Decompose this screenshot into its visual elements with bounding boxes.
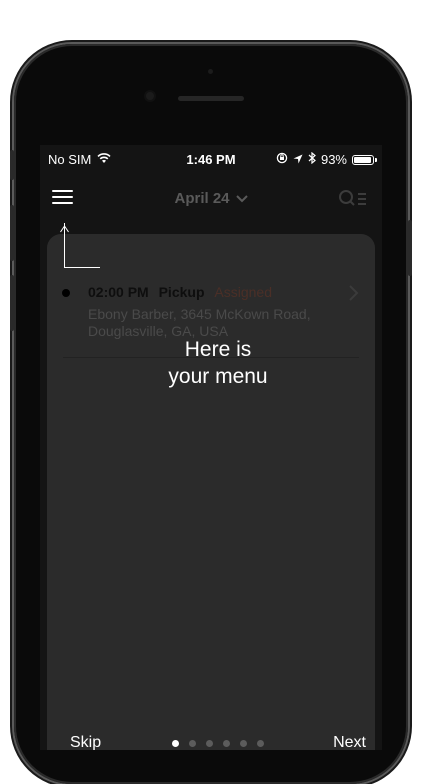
- pointer-line-horizontal: [64, 267, 100, 268]
- coach-line-1: Here is: [184, 338, 252, 361]
- page-dot: [172, 740, 179, 747]
- location-arrow-icon: [293, 152, 303, 167]
- front-camera: [146, 92, 154, 100]
- battery-percent: 93%: [320, 152, 347, 167]
- app-screen: No SIM 1:46 PM 93% April 24 02:00 PM Pic…: [40, 145, 382, 750]
- date-picker[interactable]: April 24: [40, 190, 382, 207]
- job-status: Assigned: [214, 284, 272, 300]
- page-indicator: [172, 740, 264, 747]
- status-dot: [62, 289, 70, 297]
- job-type: Pickup: [158, 284, 205, 300]
- battery-icon: [352, 154, 377, 165]
- chevron-right-icon: [349, 285, 359, 306]
- job-time: 02:00 PM: [88, 284, 149, 300]
- page-dot: [223, 740, 230, 747]
- rotation-lock-icon: [276, 152, 288, 167]
- date-label: April 24: [174, 190, 230, 207]
- proximity-sensor: [208, 69, 213, 74]
- page-dot: [240, 740, 247, 747]
- page-dot: [189, 740, 196, 747]
- top-nav-bar: April 24: [40, 175, 382, 219]
- onboarding-overlay-card: 02:00 PM Pickup Assigned Ebony Barber, 3…: [47, 234, 375, 750]
- job-summary: 02:00 PM Pickup Assigned: [88, 284, 272, 300]
- page-dot: [257, 740, 264, 747]
- skip-button[interactable]: Skip: [70, 734, 101, 750]
- arrow-up-icon: [60, 221, 69, 233]
- battery-fill: [354, 156, 371, 163]
- coach-line-2: your menu: [168, 365, 268, 388]
- mute-switch: [10, 150, 14, 180]
- next-button[interactable]: Next: [333, 734, 366, 750]
- job-address: Ebony Barber, 3645 McKown Road, Douglasv…: [88, 306, 311, 339]
- volume-down-button: [10, 275, 14, 331]
- onboarding-footer: Skip Next: [47, 734, 382, 750]
- power-button: [408, 220, 412, 276]
- chevron-down-icon: [235, 192, 248, 206]
- earpiece-speaker: [178, 96, 244, 101]
- bluetooth-icon: [308, 151, 316, 167]
- search-list-icon[interactable]: [338, 189, 368, 209]
- page-dot: [206, 740, 213, 747]
- volume-up-button: [10, 205, 14, 261]
- coach-mark-text: Here is your menu: [145, 336, 291, 390]
- status-bar: No SIM 1:46 PM 93%: [40, 145, 382, 173]
